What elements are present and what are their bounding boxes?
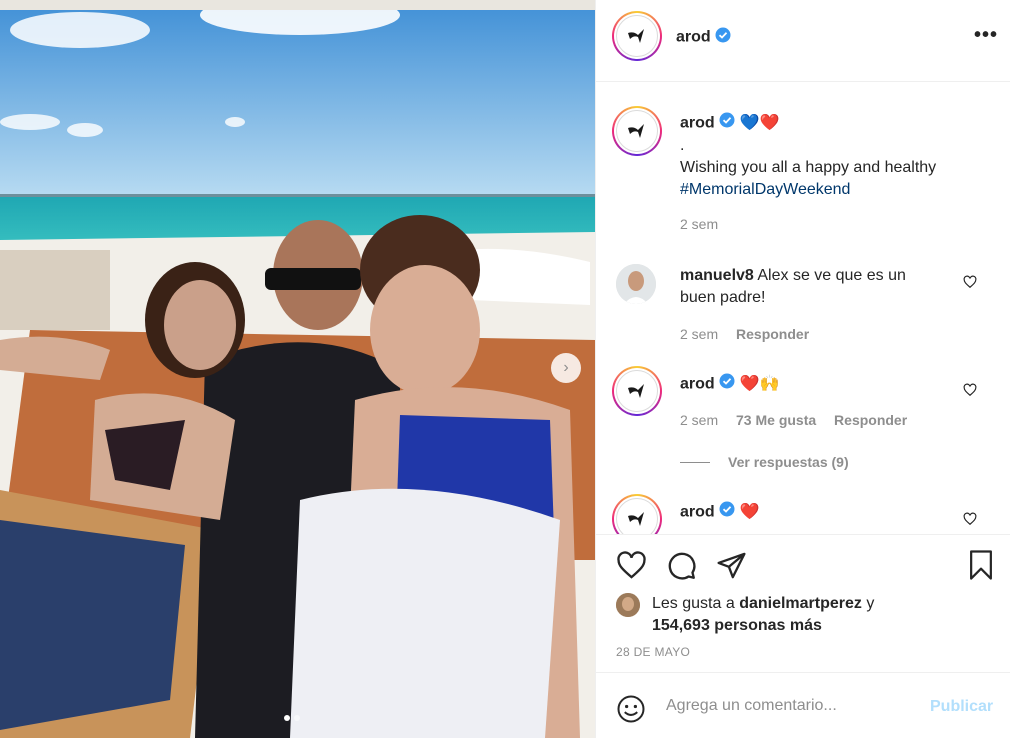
comment-meta: 2 sem Responder xyxy=(680,326,809,342)
like-comment-heart-icon[interactable] xyxy=(963,512,977,526)
arod-logo-icon xyxy=(616,370,658,412)
share-paper-plane-icon[interactable] xyxy=(716,550,747,581)
commenter-avatar[interactable] xyxy=(612,494,662,534)
author-avatar[interactable] xyxy=(612,11,662,61)
like-heart-icon[interactable] xyxy=(616,550,647,581)
comment-text: Alex se ve que es un xyxy=(757,267,906,284)
comment-timestamp[interactable]: 2 sem xyxy=(680,326,718,342)
caption-hashtag[interactable]: #MemorialDayWeekend xyxy=(680,179,995,201)
carousel-next-button[interactable]: › xyxy=(551,353,581,383)
likes-text: Les gusta a danielmartperez y 154,693 pe… xyxy=(652,593,874,637)
comment-likes-count[interactable]: 73 Me gusta xyxy=(736,412,816,428)
comment-body: manuelv8 Alex se ve que es un buen padre… xyxy=(680,265,970,309)
comment-username[interactable]: arod xyxy=(680,376,715,393)
comment-timestamp[interactable]: 2 sem xyxy=(680,412,718,428)
likes-count[interactable]: 154,693 personas más xyxy=(652,617,822,634)
post-date[interactable]: 28 DE MAYO xyxy=(616,645,690,659)
carousel-indicator xyxy=(284,715,300,721)
post-actions: Les gusta a danielmartperez y 154,693 pe… xyxy=(596,534,1010,672)
comment-bubble-icon[interactable] xyxy=(666,550,697,581)
commenter-avatar[interactable] xyxy=(616,264,656,304)
blue-heart-emoji: 💙 xyxy=(739,114,760,132)
author-username-row: arod xyxy=(676,27,731,48)
add-comment-bar: Publicar xyxy=(596,672,1010,738)
replies-divider xyxy=(680,461,710,463)
comment-username[interactable]: arod xyxy=(680,504,715,521)
carousel-dot xyxy=(294,715,300,721)
photo-illustration xyxy=(0,0,595,738)
save-bookmark-icon[interactable] xyxy=(966,549,996,581)
likes-summary: Les gusta a danielmartperez y 154,693 pe… xyxy=(616,593,874,637)
reply-button[interactable]: Responder xyxy=(834,412,907,428)
comment-meta: 2 sem 73 Me gusta Responder xyxy=(680,412,907,428)
comment-text-2: buen padre! xyxy=(680,289,766,306)
post-photo[interactable]: › xyxy=(0,0,595,738)
verified-badge-icon xyxy=(719,501,735,524)
comments-list[interactable]: arod 💙❤️ . Wishing you all a happy and h… xyxy=(596,82,1010,534)
emoji-smiley-icon[interactable] xyxy=(616,694,646,724)
verified-badge-icon xyxy=(715,27,731,48)
more-options-icon[interactable]: ••• xyxy=(974,24,998,47)
arod-logo-icon xyxy=(616,110,658,152)
comment-input[interactable] xyxy=(666,697,916,715)
carousel-dot-active xyxy=(284,715,290,721)
likes-prefix: Les gusta a xyxy=(652,595,735,612)
chevron-right-icon: › xyxy=(563,359,569,376)
like-comment-heart-icon[interactable] xyxy=(963,383,977,397)
post-detail-panel: arod ••• arod 💙❤️ . Wishing you all a ha… xyxy=(595,0,1010,738)
comment-emojis: ❤️🙌 xyxy=(739,375,780,393)
verified-badge-icon xyxy=(719,373,735,396)
red-heart-emoji: ❤️ xyxy=(759,114,780,132)
comment-body: arod ❤️ xyxy=(680,501,760,524)
like-comment-heart-icon[interactable] xyxy=(963,275,977,289)
commenter-avatar[interactable] xyxy=(612,366,662,416)
caption-line-1: . xyxy=(680,137,685,154)
caption: arod 💙❤️ . Wishing you all a happy and h… xyxy=(680,112,995,201)
liker-avatar[interactable] xyxy=(616,593,640,617)
caption-timestamp[interactable]: 2 sem xyxy=(680,216,718,232)
arod-logo-icon xyxy=(616,498,658,534)
caption-avatar[interactable] xyxy=(612,106,662,156)
reply-button[interactable]: Responder xyxy=(736,326,809,342)
view-replies-button[interactable]: Ver respuestas (9) xyxy=(680,454,849,470)
arod-logo-icon xyxy=(616,15,658,57)
post-header: arod ••• xyxy=(596,0,1010,82)
comment-username[interactable]: manuelv8 xyxy=(680,267,754,284)
liker-username[interactable]: danielmartperez xyxy=(739,595,862,612)
comment-emojis: ❤️ xyxy=(739,503,760,521)
caption-username[interactable]: arod xyxy=(680,115,715,132)
publish-button[interactable]: Publicar xyxy=(930,698,993,716)
verified-badge-icon xyxy=(719,112,735,135)
caption-line-2: Wishing you all a happy and healthy xyxy=(680,159,937,176)
comment-body: arod ❤️🙌 xyxy=(680,373,779,396)
author-username[interactable]: arod xyxy=(676,29,711,46)
likes-joiner: y xyxy=(866,595,875,612)
view-replies-label: Ver respuestas (9) xyxy=(728,454,849,470)
